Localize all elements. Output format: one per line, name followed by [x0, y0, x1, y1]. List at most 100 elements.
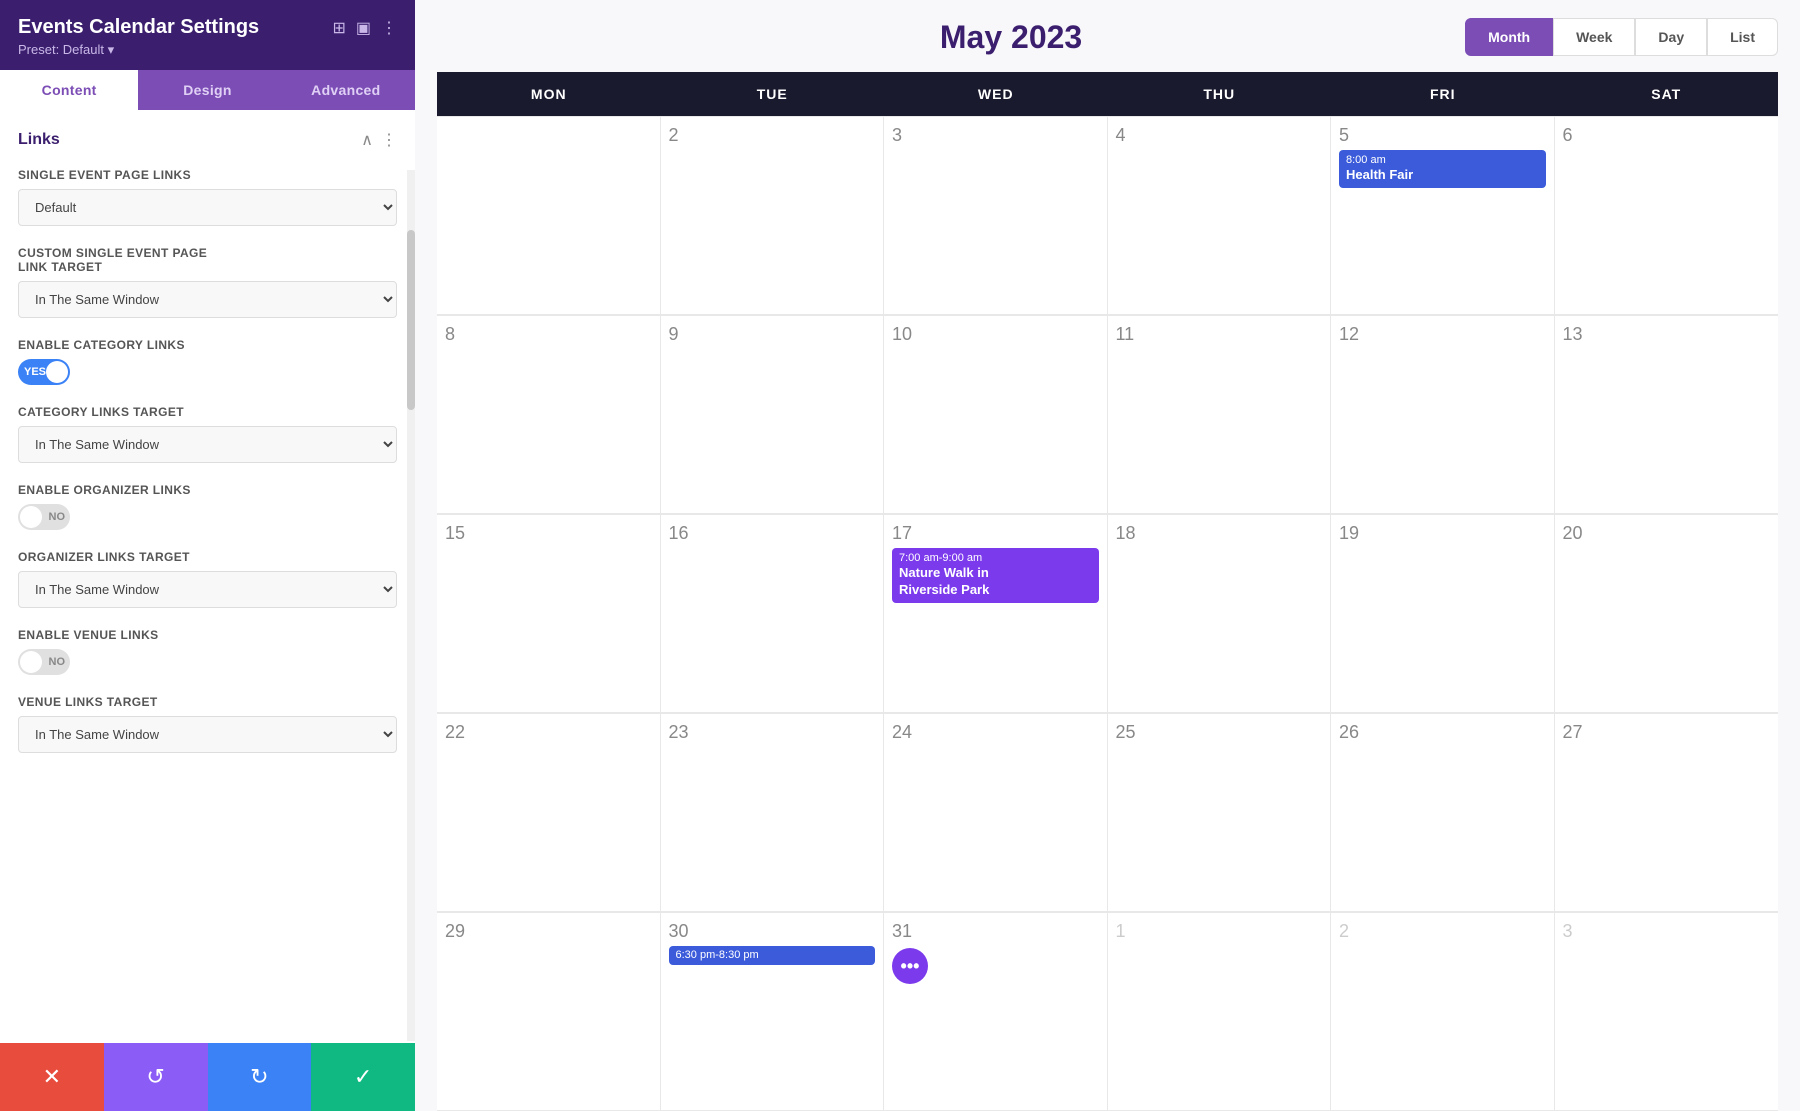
settings-icon[interactable]: ⊞	[332, 18, 345, 38]
cal-cell-w1-tue: 2	[661, 116, 885, 314]
organizer-links-target-label: Organizer Links Target	[18, 550, 397, 564]
cal-week-5: 29 30 6:30 pm-8:30 pm 31 ••• 1	[437, 912, 1778, 1111]
day-header-mon: MON	[437, 72, 661, 116]
cal-cell-w5-mon: 29	[437, 912, 661, 1110]
enable-venue-links-label: Enable Venue Links	[18, 628, 397, 642]
yes-toggle-thumb	[46, 361, 68, 383]
cal-cell-w5-sat: 3	[1555, 912, 1779, 1110]
day-num: 2	[669, 125, 876, 146]
cal-cell-w5-thu: 1	[1108, 912, 1332, 1110]
more-icon[interactable]: ⋮	[381, 18, 397, 38]
panel-title: Events Calendar Settings	[18, 16, 259, 39]
tab-content[interactable]: Content	[0, 70, 138, 110]
section-more-icon[interactable]: ⋮	[381, 130, 397, 150]
more-events-button[interactable]: •••	[892, 948, 928, 984]
single-event-page-links-label: Single Event Page Links	[18, 168, 397, 182]
cal-cell-w5-wed: 31 •••	[884, 912, 1108, 1110]
yes-toggle-label: YES	[24, 366, 46, 378]
collapse-icon[interactable]: ∧	[361, 130, 373, 150]
cal-cell-w4-wed: 24	[884, 713, 1108, 911]
health-fair-event[interactable]: 8:00 am Health Fair	[1339, 150, 1546, 188]
scrollbar-track	[407, 170, 415, 1041]
cal-cell-w4-fri: 26	[1331, 713, 1555, 911]
cal-cell-w3-fri: 19	[1331, 514, 1555, 712]
view-buttons: Month Week Day List	[1465, 18, 1778, 56]
day-num: 20	[1563, 523, 1771, 544]
view-btn-week[interactable]: Week	[1553, 18, 1635, 56]
day-num: 19	[1339, 523, 1546, 544]
enable-category-links-label: Enable Category Links	[18, 338, 397, 352]
cancel-icon: ✕	[43, 1064, 61, 1090]
day-num: 3	[892, 125, 1099, 146]
no-toggle-label-2: NO	[49, 656, 66, 668]
cal-cell-w3-thu: 18	[1108, 514, 1332, 712]
day-num: 5	[1339, 125, 1546, 146]
day-num: 17	[892, 523, 1099, 544]
category-links-target-group: Category Links Target In The Same Window…	[18, 405, 397, 463]
day-num: 15	[445, 523, 652, 544]
panel-header-icons: ⊞ ▣ ⋮	[332, 18, 397, 38]
cal-cell-w1-thu: 4	[1108, 116, 1332, 314]
view-btn-day[interactable]: Day	[1635, 18, 1707, 56]
organizer-links-target-select[interactable]: In The Same Window In A New Window	[18, 571, 397, 608]
cal-cell-w2-thu: 11	[1108, 315, 1332, 513]
day-num: 26	[1339, 722, 1546, 743]
view-btn-list[interactable]: List	[1707, 18, 1778, 56]
enable-venue-links-toggle-row: NO	[18, 649, 397, 675]
day-num: 29	[445, 921, 652, 942]
action-bar: ✕ ↺ ↻ ✓	[0, 1043, 415, 1111]
layout-icon[interactable]: ▣	[356, 18, 371, 38]
category-links-target-select[interactable]: In The Same Window In A New Window	[18, 426, 397, 463]
single-event-page-links-select[interactable]: Default Custom	[18, 189, 397, 226]
venue-links-target-select[interactable]: In The Same Window In A New Window	[18, 716, 397, 753]
day-num: 9	[669, 324, 876, 345]
scrollbar-thumb	[407, 230, 415, 410]
day-num: 12	[1339, 324, 1546, 345]
event-time: 8:00 am	[1346, 154, 1539, 166]
day-num: 11	[1116, 324, 1323, 345]
cal-cell-w5-fri: 2	[1331, 912, 1555, 1110]
save-icon: ✓	[354, 1064, 372, 1090]
redo-button[interactable]: ↻	[208, 1043, 312, 1111]
tab-advanced[interactable]: Advanced	[277, 70, 415, 110]
custom-single-event-link-target-label: Custom Single Event Page Link Target	[18, 246, 397, 274]
cal-cell-w5-tue: 30 6:30 pm-8:30 pm	[661, 912, 885, 1110]
nature-walk-event[interactable]: 7:00 am-9:00 am Nature Walk inRiverside …	[892, 548, 1099, 603]
tab-design[interactable]: Design	[138, 70, 276, 110]
enable-organizer-links-group: Enable Organizer Links NO	[18, 483, 397, 530]
day-header-fri: FRI	[1331, 72, 1555, 116]
day-num: 13	[1563, 324, 1771, 345]
enable-category-links-toggle[interactable]: YES	[18, 359, 70, 385]
undo-button[interactable]: ↺	[104, 1043, 208, 1111]
custom-single-event-link-target-group: Custom Single Event Page Link Target In …	[18, 246, 397, 318]
cal-week-2: 8 9 10 11 12 13	[437, 315, 1778, 514]
enable-venue-links-group: Enable Venue Links NO	[18, 628, 397, 675]
no-toggle-label: NO	[49, 511, 66, 523]
save-button[interactable]: ✓	[311, 1043, 415, 1111]
enable-venue-links-toggle[interactable]: NO	[18, 649, 70, 675]
day-num: 18	[1116, 523, 1323, 544]
day-num: 23	[669, 722, 876, 743]
day-num: 31	[892, 921, 1099, 942]
view-btn-month[interactable]: Month	[1465, 18, 1553, 56]
custom-single-event-link-target-select[interactable]: In The Same Window In A New Window	[18, 281, 397, 318]
cal-cell-w2-wed: 10	[884, 315, 1108, 513]
enable-organizer-links-toggle-row: NO	[18, 504, 397, 530]
day-num: 27	[1563, 722, 1771, 743]
day-num: 8	[445, 324, 652, 345]
evening-event[interactable]: 6:30 pm-8:30 pm	[669, 946, 876, 965]
right-calendar-panel: May 2023 Month Week Day List MON TUE WED…	[415, 0, 1800, 1111]
enable-category-links-group: Enable Category Links YES	[18, 338, 397, 385]
cal-cell-w3-tue: 16	[661, 514, 885, 712]
venue-links-target-group: Venue Links Target In The Same Window In…	[18, 695, 397, 753]
cancel-button[interactable]: ✕	[0, 1043, 104, 1111]
day-num: 25	[1116, 722, 1323, 743]
links-heading: Links	[18, 131, 60, 149]
day-num: 24	[892, 722, 1099, 743]
day-header-tue: TUE	[661, 72, 885, 116]
section-header-icons: ∧ ⋮	[361, 130, 397, 150]
cal-cell-w4-thu: 25	[1108, 713, 1332, 911]
enable-organizer-links-toggle[interactable]: NO	[18, 504, 70, 530]
cal-cell-w2-fri: 12	[1331, 315, 1555, 513]
day-header-thu: THU	[1108, 72, 1332, 116]
